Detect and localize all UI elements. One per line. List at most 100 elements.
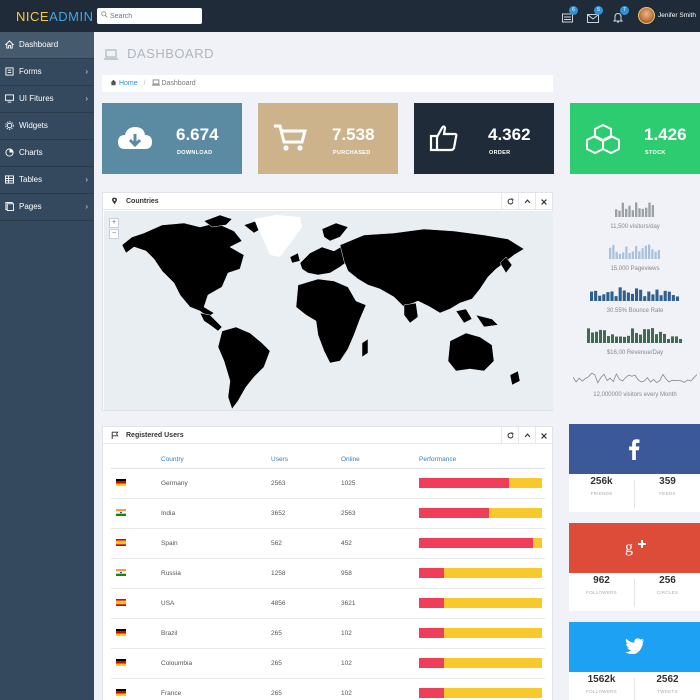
facebook-card[interactable]: 256k FRIENDS 359 FEEDS: [569, 424, 700, 512]
refresh-button[interactable]: [501, 427, 518, 444]
online-cell: 1025: [341, 468, 419, 499]
breadcrumb-separator: /: [143, 80, 146, 87]
sidebar-item-forms[interactable]: Forms ›: [0, 59, 94, 86]
performance-cell: [419, 648, 545, 679]
north-america-shape: [121, 222, 245, 318]
sidebar-item-charts[interactable]: Charts: [0, 140, 94, 167]
stat-label: ORDER: [489, 150, 511, 156]
performance-cell: [419, 588, 545, 619]
table-row[interactable]: Russia 1258 958: [111, 558, 545, 589]
sparkline-bar: [647, 291, 651, 301]
performance-cell: [419, 618, 545, 649]
sidebar-item-pages[interactable]: Pages ›: [0, 194, 94, 221]
close-button[interactable]: [535, 193, 552, 210]
table-row[interactable]: Brazil 265 102: [111, 618, 545, 649]
notifications-badge: 7: [620, 6, 629, 15]
user-menu[interactable]: Jenifer Smith: [638, 7, 696, 24]
pie-chart-icon: [5, 148, 14, 157]
performance-bar-fill: [419, 508, 490, 518]
breadcrumb-current: Dashboard: [161, 80, 196, 87]
zoom-in-button[interactable]: +: [109, 218, 119, 228]
collapse-button[interactable]: [518, 427, 535, 444]
google-plus-card[interactable]: g 962 FOLLOWERS 256 CIRCLES: [569, 523, 700, 611]
chevron-up-icon: [524, 433, 530, 438]
refresh-button[interactable]: [501, 193, 518, 210]
sparkline-bar: [612, 245, 615, 259]
sparkline-bar: [657, 250, 660, 259]
online-cell: 2563: [341, 498, 419, 529]
user-name: Jenifer Smith: [658, 12, 696, 19]
sparkline-bar: [594, 290, 598, 301]
sparkline-bar: [610, 291, 614, 301]
sparkline-bar: [648, 202, 651, 217]
stat-label: PURCHASED: [333, 150, 371, 156]
performance-cell: [419, 528, 545, 559]
stat-card-stock[interactable]: 1.426 STOCK: [570, 103, 700, 174]
sparkline-bar: [641, 208, 644, 217]
collapse-button[interactable]: [518, 193, 535, 210]
sparkline-bar: [654, 251, 657, 259]
laptop-icon: [151, 79, 160, 86]
table-row[interactable]: India 3652 2563: [111, 498, 545, 529]
sparkline-bar: [671, 336, 674, 343]
flag-cell: [111, 498, 161, 529]
table-row[interactable]: Spain 562 452: [111, 528, 545, 559]
sparkline-bar: [607, 336, 610, 343]
sidebar-item-label: UI Fitures: [19, 94, 54, 103]
close-button[interactable]: [535, 427, 552, 444]
table-row[interactable]: Germany 2563 1025: [111, 468, 545, 499]
stat-label: DOWNLOAD: [177, 150, 213, 156]
zoom-out-button[interactable]: −: [109, 229, 119, 239]
table-row[interactable]: Coloumbia 265 102: [111, 648, 545, 679]
panel-title: Registered Users: [126, 432, 184, 439]
mail-button[interactable]: 5: [587, 6, 603, 28]
sparkline-bar: [638, 208, 641, 217]
sparkline-bar: [651, 249, 654, 259]
sparkline-label: 30.55% Bounce Rate: [606, 308, 664, 314]
sparkline-bar: [595, 331, 598, 343]
twitter-card-header: [569, 622, 700, 672]
country-flag-icon: [116, 599, 126, 607]
breadcrumb-home-link[interactable]: Home: [119, 80, 138, 87]
sidebar-item-widgets[interactable]: Widgets: [0, 113, 94, 140]
table-row[interactable]: USA 4856 3621: [111, 588, 545, 619]
country-cell: Germany: [161, 468, 271, 499]
column-header[interactable]: Users: [271, 451, 341, 469]
sparkline-label: $16,00 Revenue/Day: [606, 350, 664, 356]
column-header[interactable]: Online: [341, 451, 419, 469]
search-input[interactable]: [110, 9, 198, 23]
desktop-icon: [5, 94, 14, 103]
twitter-card[interactable]: 1562k FOLLOWERS 2562 TWEETS: [569, 622, 700, 700]
greenland-shape: [254, 215, 302, 257]
stat-card-order[interactable]: 4.362 ORDER: [414, 103, 554, 174]
country-cell: Brazil: [161, 618, 271, 649]
world-map[interactable]: + −: [104, 211, 553, 410]
notifications-button[interactable]: 7: [612, 6, 629, 28]
social-stat-label: FEEDS: [659, 491, 676, 496]
sidebar-item-dashboard[interactable]: Dashboard: [0, 32, 94, 59]
sparkline-bar: [675, 296, 679, 301]
stat-card-download[interactable]: 6.674 DOWNLOAD: [102, 103, 242, 174]
sidebar-item-tables[interactable]: Tables ›: [0, 167, 94, 194]
table-row[interactable]: France 265 102: [111, 678, 545, 700]
brand-logo[interactable]: NICEADMIN: [16, 9, 93, 24]
column-header[interactable]: Country: [161, 451, 271, 469]
sidebar-item-ui-fitures[interactable]: UI Fitures ›: [0, 86, 94, 113]
column-header[interactable]: Performance: [419, 451, 545, 469]
stat-card-purchased[interactable]: 7.538 PURCHASED: [258, 103, 398, 174]
flag-icon: [111, 431, 119, 439]
users-cell: 265: [271, 648, 341, 679]
page-title-text: DASHBOARD: [127, 46, 214, 61]
home-icon: [110, 79, 117, 86]
chevron-right-icon: ›: [85, 202, 88, 211]
chevron-right-icon: ›: [85, 175, 88, 184]
tasks-button[interactable]: 6: [562, 6, 578, 28]
social-stat-value: 256: [659, 575, 676, 586]
sparkline-bar: [587, 328, 590, 343]
sparkline-bar: [625, 246, 628, 259]
country-flag-icon: [116, 629, 126, 637]
mail-icon: [587, 14, 599, 23]
bar-sparkline: [615, 202, 654, 217]
online-cell: 958: [341, 558, 419, 589]
close-icon: [541, 433, 547, 439]
